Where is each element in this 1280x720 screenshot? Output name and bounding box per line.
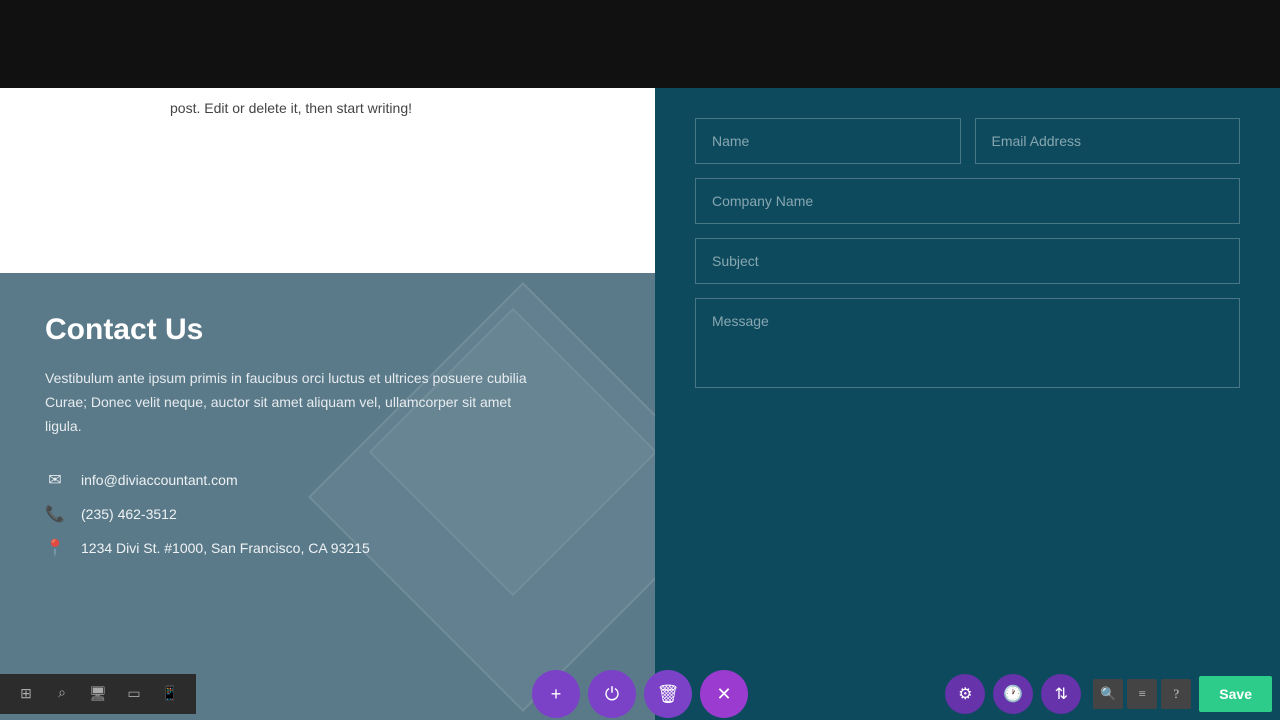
sort-button[interactable]: ⇅ xyxy=(1041,674,1081,714)
power-button[interactable]: ⏻ xyxy=(588,670,636,718)
page-wrapper: post. Edit or delete it, then start writ… xyxy=(0,0,1280,720)
small-icon-group: 🔍 ≡ ? xyxy=(1093,679,1191,709)
form-row-subject xyxy=(695,238,1240,284)
email-icon: ✉ xyxy=(45,470,65,490)
form-row-company xyxy=(695,178,1240,224)
contact-phone-item: 📞 (235) 462-3512 xyxy=(45,504,610,524)
contact-email-item: ✉ info@diviaccountant.com xyxy=(45,470,610,490)
close-button[interactable]: ✕ xyxy=(700,670,748,718)
save-button[interactable]: Save xyxy=(1199,676,1272,712)
desktop-view-icon[interactable]: 🖥 xyxy=(80,676,116,712)
toolbar-right: ⚙ 🕐 ⇅ 🔍 ≡ ? Save xyxy=(937,668,1280,720)
contact-address: 1234 Divi St. #1000, San Francisco, CA 9… xyxy=(81,540,370,556)
form-row-name-email xyxy=(695,118,1240,164)
help-icon[interactable]: ? xyxy=(1161,679,1191,709)
post-text: post. Edit or delete it, then start writ… xyxy=(170,100,412,116)
top-bar xyxy=(0,0,1280,88)
phone-icon: 📞 xyxy=(45,504,65,524)
main-content: post. Edit or delete it, then start writ… xyxy=(0,88,1280,720)
trash-button[interactable]: 🗑 xyxy=(644,670,692,718)
contact-address-item: 📍 1234 Divi St. #1000, San Francisco, CA… xyxy=(45,538,610,558)
magnify-icon[interactable]: 🔍 xyxy=(1093,679,1123,709)
contact-form-panel xyxy=(655,88,1280,720)
add-button[interactable]: + xyxy=(532,670,580,718)
toolbar-center-buttons: + ⏻ 🗑 ✕ xyxy=(532,670,748,718)
left-panel: post. Edit or delete it, then start writ… xyxy=(0,88,655,720)
subject-input[interactable] xyxy=(695,238,1240,284)
location-icon: 📍 xyxy=(45,538,65,558)
mobile-view-icon[interactable]: 📱 xyxy=(152,676,188,712)
settings-button[interactable]: ⚙ xyxy=(945,674,985,714)
company-input[interactable] xyxy=(695,178,1240,224)
search-toolbar-icon[interactable]: ⌕ xyxy=(44,676,80,712)
email-input[interactable] xyxy=(975,118,1241,164)
form-row-message xyxy=(695,298,1240,388)
left-white-section: post. Edit or delete it, then start writ… xyxy=(0,88,655,273)
tablet-view-icon[interactable]: ▭ xyxy=(116,676,152,712)
contact-phone: (235) 462-3512 xyxy=(81,506,177,522)
history-button[interactable]: 🕐 xyxy=(993,674,1033,714)
toolbar-left-icons: ⊞ ⌕ 🖥 ▭ 📱 xyxy=(0,674,196,714)
name-input[interactable] xyxy=(695,118,961,164)
grid-view-icon[interactable]: ⊞ xyxy=(8,676,44,712)
message-textarea[interactable] xyxy=(695,298,1240,388)
contact-section: Contact Us Vestibulum ante ipsum primis … xyxy=(0,273,655,720)
contact-title: Contact Us xyxy=(45,313,610,347)
bottom-toolbar: ⊞ ⌕ 🖥 ▭ 📱 + ⏻ 🗑 ✕ ⚙ 🕐 ⇅ 🔍 ≡ ? Save xyxy=(0,668,1280,720)
contact-description: Vestibulum ante ipsum primis in faucibus… xyxy=(45,367,545,438)
sliders-icon[interactable]: ≡ xyxy=(1127,679,1157,709)
contact-email: info@diviaccountant.com xyxy=(81,472,238,488)
